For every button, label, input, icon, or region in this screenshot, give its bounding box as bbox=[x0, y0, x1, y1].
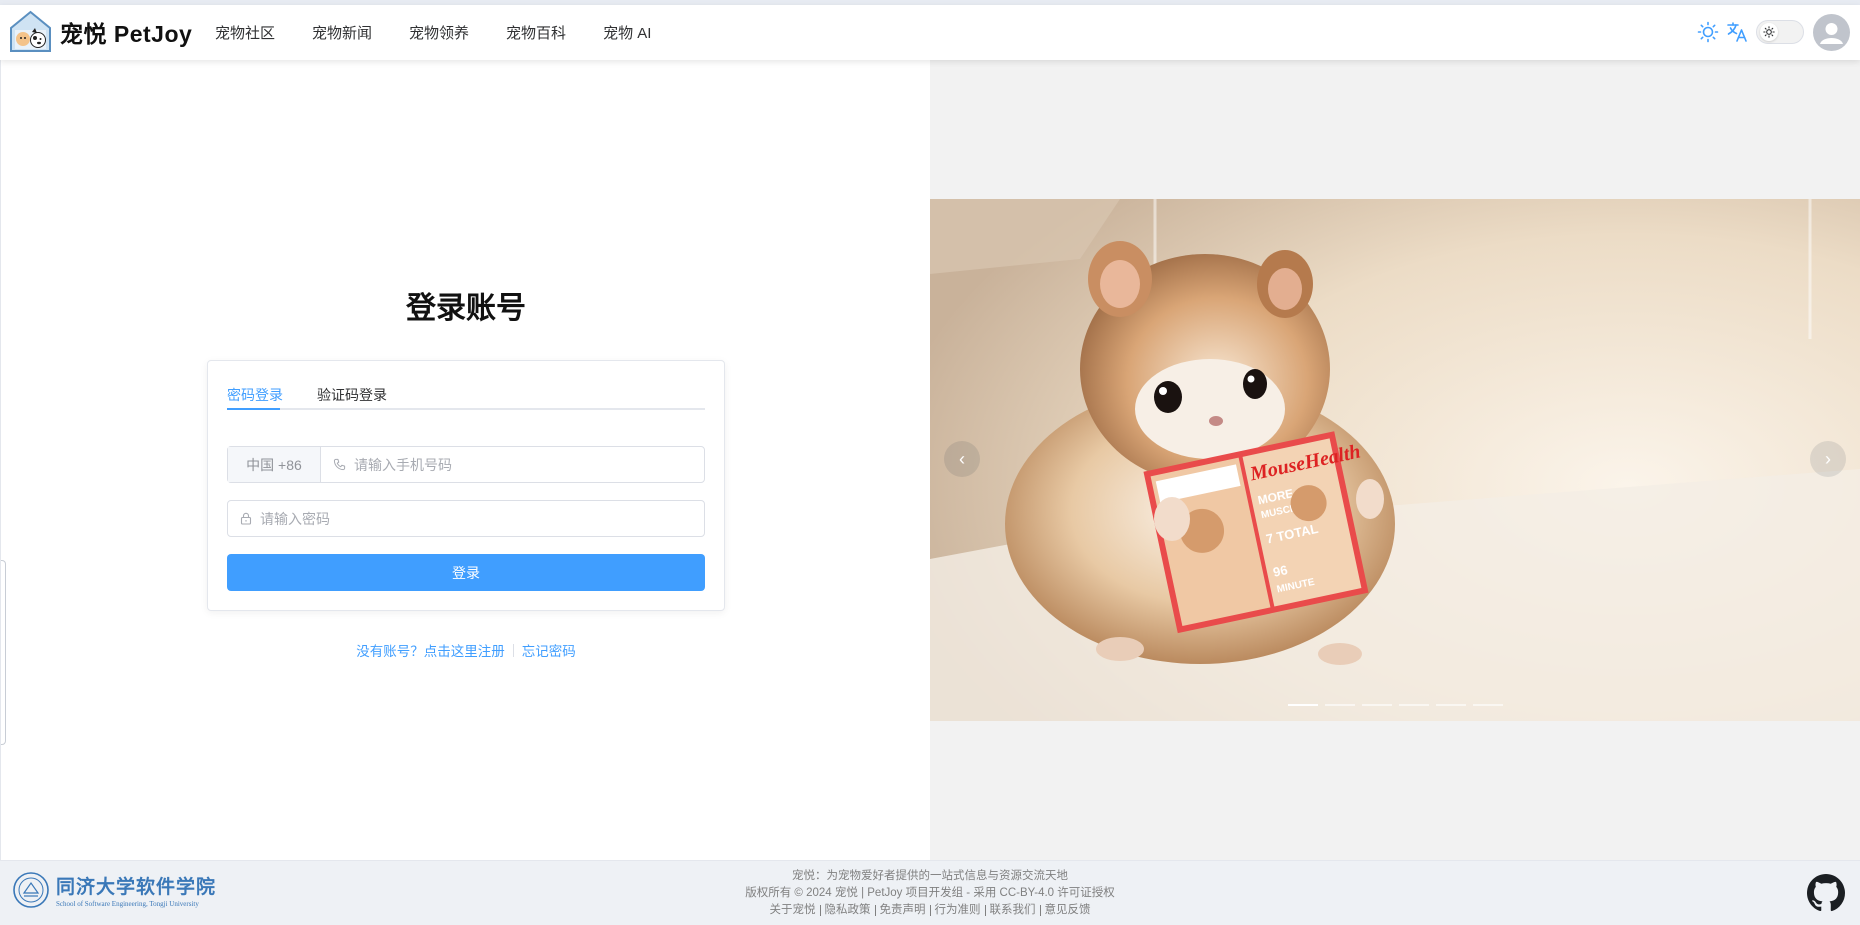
register-link[interactable]: 没有账号？点击这里注册 bbox=[356, 640, 505, 660]
theme-toggle[interactable] bbox=[1756, 20, 1804, 44]
carousel-indicator[interactable] bbox=[1436, 704, 1466, 706]
footer-link-about[interactable]: 关于宠悦 bbox=[770, 902, 816, 919]
login-button[interactable]: 登录 bbox=[227, 554, 705, 591]
carousel-prev-button[interactable]: ‹ bbox=[944, 441, 980, 477]
user-avatar-icon[interactable] bbox=[1813, 14, 1850, 51]
footer-link-disclaimer[interactable]: 免责声明 bbox=[880, 902, 926, 919]
main-nav: 宠物社区 宠物新闻 宠物领养 宠物百科 宠物 AI bbox=[215, 5, 688, 60]
login-card: 密码登录 验证码登录 中国 +86 登录 bbox=[207, 360, 725, 611]
phone-input-group: 中国 +86 bbox=[227, 446, 705, 483]
translate-icon[interactable] bbox=[1726, 21, 1748, 43]
brand-name: 宠悦 PetJoy bbox=[60, 20, 193, 47]
lock-icon bbox=[240, 512, 252, 525]
hamster-reading-image: MouseHealth MORE MUSCLE 7 TOTAL 96 MINUT… bbox=[930, 199, 1860, 721]
github-icon[interactable] bbox=[1807, 874, 1845, 912]
active-tab-indicator bbox=[227, 408, 280, 410]
carousel-next-button[interactable]: › bbox=[1810, 441, 1846, 477]
auth-links: 没有账号？点击这里注册 忘记密码 bbox=[1, 640, 931, 660]
nav-item-encyclopedia[interactable]: 宠物百科 bbox=[506, 22, 566, 43]
sun-icon[interactable] bbox=[1697, 21, 1719, 43]
tab-password-login[interactable]: 密码登录 bbox=[227, 385, 283, 405]
carousel-indicators bbox=[1288, 704, 1510, 706]
carousel-panel: MouseHealth MORE MUSCLE 7 TOTAL 96 MINUT… bbox=[930, 60, 1860, 860]
carousel-indicator[interactable] bbox=[1473, 704, 1503, 706]
school-logo[interactable]: 同济大学软件学院 School of Software Engineering,… bbox=[12, 871, 216, 909]
svg-text:96: 96 bbox=[1272, 562, 1289, 580]
carousel-indicator[interactable] bbox=[1288, 704, 1318, 706]
footer-link-divider bbox=[984, 905, 986, 916]
petjoy-logo-icon bbox=[10, 10, 51, 52]
country-code-prefix[interactable]: 中国 +86 bbox=[228, 447, 321, 482]
nav-item-news[interactable]: 宠物新闻 bbox=[312, 22, 372, 43]
tongji-emblem-icon bbox=[13, 872, 49, 908]
footer-copyright: 版权所有 © 2024 宠悦 | PetJoy 项目开发组 - 采用 CC-BY… bbox=[745, 887, 1115, 899]
footer-link-privacy[interactable]: 隐私政策 bbox=[825, 902, 871, 919]
school-name-en: School of Software Engineering, Tongji U… bbox=[56, 900, 199, 908]
footer-link-divider bbox=[819, 905, 821, 916]
school-name: 同济大学软件学院 School of Software Engineering,… bbox=[56, 872, 216, 908]
theme-toggle-knob bbox=[1760, 23, 1778, 41]
phone-input-wrapper bbox=[321, 447, 704, 482]
login-title: 登录账号 bbox=[406, 292, 526, 325]
sun-small-icon bbox=[1763, 26, 1775, 38]
school-name-cn: 同济大学软件学院 bbox=[56, 877, 217, 898]
brand-logo[interactable]: 宠悦 PetJoy bbox=[9, 10, 192, 53]
footer-link-conduct[interactable]: 行为准则 bbox=[935, 902, 981, 919]
footer-links: 关于宠悦 隐私政策 免责声明 行为准则 联系我们 意见反馈 bbox=[630, 902, 1230, 919]
carousel-slide: MouseHealth MORE MUSCLE 7 TOTAL 96 MINUT… bbox=[930, 199, 1860, 721]
carousel-indicator[interactable] bbox=[1399, 704, 1429, 706]
carousel-indicator[interactable] bbox=[1325, 704, 1355, 706]
nav-item-adoption[interactable]: 宠物领养 bbox=[409, 22, 469, 43]
link-divider bbox=[512, 643, 514, 657]
footer-link-divider bbox=[929, 905, 931, 916]
forgot-password-link[interactable]: 忘记密码 bbox=[522, 640, 576, 660]
footer-info: 宠悦：为宠物爱好者提供的一站式信息与资源交流天地 版权所有 © 2024 宠悦 … bbox=[630, 868, 1230, 919]
password-input[interactable] bbox=[260, 510, 560, 527]
phone-input[interactable] bbox=[354, 456, 654, 473]
page-footer: 同济大学软件学院 School of Software Engineering,… bbox=[0, 860, 1860, 925]
tab-code-login[interactable]: 验证码登录 bbox=[317, 385, 387, 405]
nav-item-community[interactable]: 宠物社区 bbox=[215, 22, 275, 43]
carousel-indicator[interactable] bbox=[1362, 704, 1392, 706]
top-navbar: 宠悦 PetJoy 宠物社区 宠物新闻 宠物领养 宠物百科 宠物 AI bbox=[0, 5, 1860, 60]
footer-link-divider bbox=[874, 905, 876, 916]
nav-item-ai[interactable]: 宠物 AI bbox=[603, 22, 651, 43]
footer-link-contact[interactable]: 联系我们 bbox=[990, 902, 1036, 919]
footer-link-divider bbox=[1039, 905, 1041, 916]
footer-tagline: 宠悦：为宠物爱好者提供的一站式信息与资源交流天地 bbox=[792, 870, 1068, 882]
password-input-group bbox=[227, 500, 705, 537]
login-panel: 登录账号 密码登录 验证码登录 中国 +86 请输入手机号码 登录 没有账号？点… bbox=[0, 60, 930, 860]
phone-icon bbox=[333, 458, 346, 471]
footer-link-feedback[interactable]: 意见反馈 bbox=[1045, 902, 1091, 919]
password-input-wrapper bbox=[228, 501, 704, 536]
login-tabs: 密码登录 验证码登录 bbox=[227, 385, 705, 410]
